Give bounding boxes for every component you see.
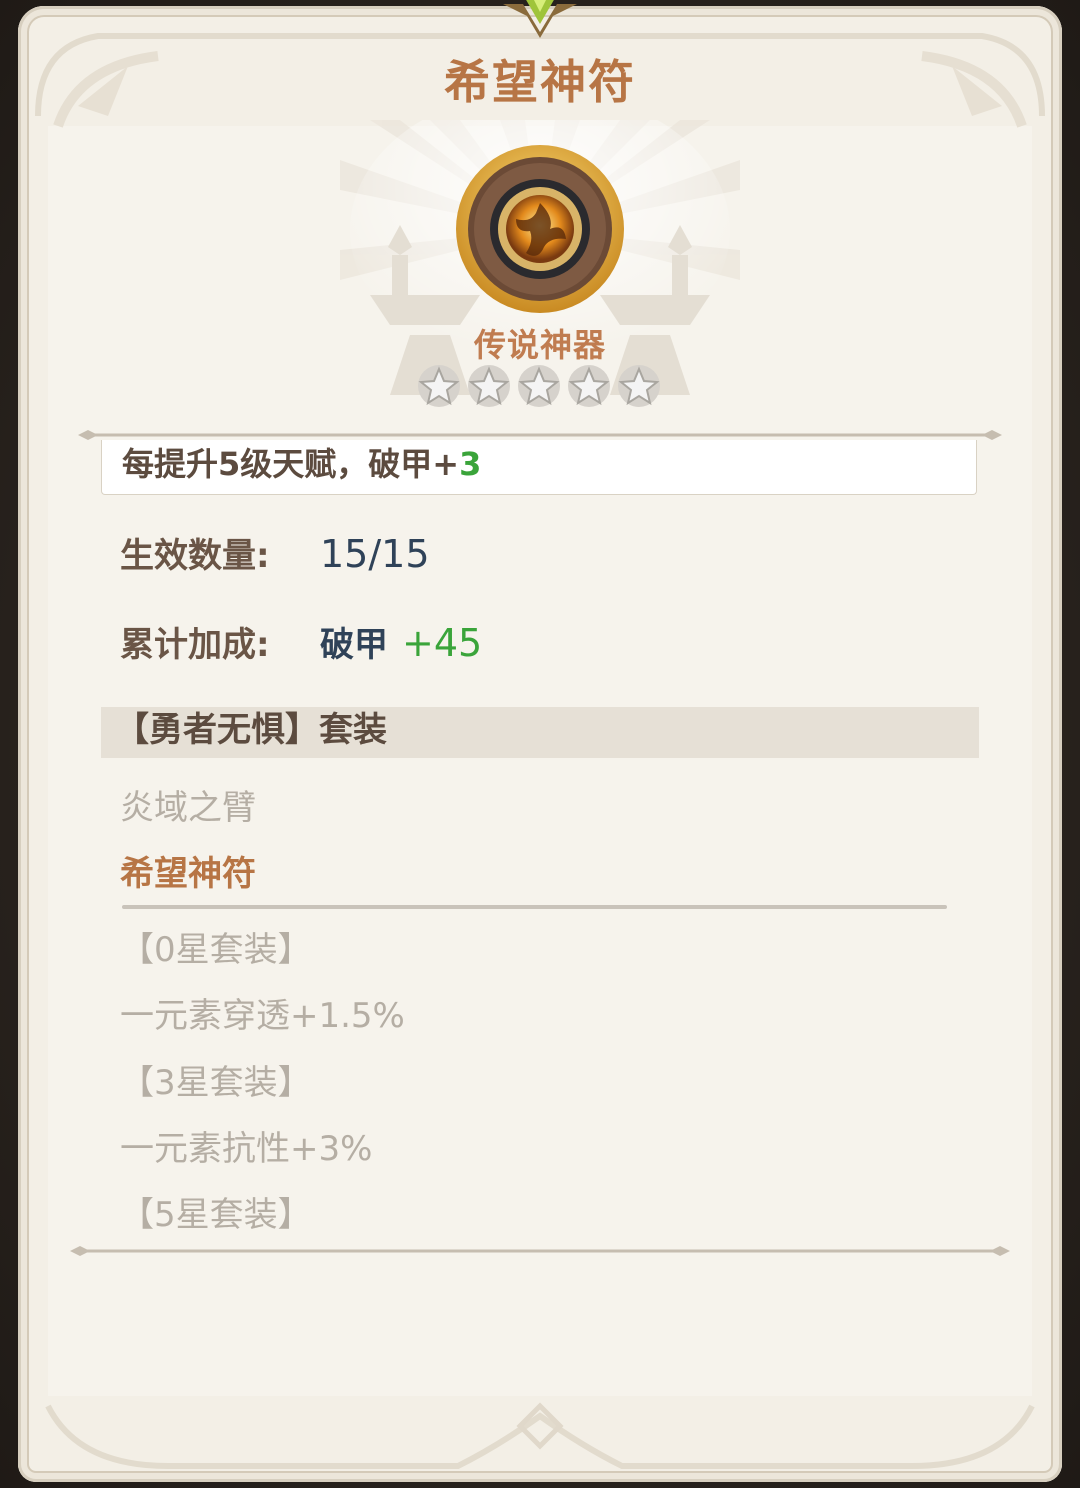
set-bonus-effect: 一元素穿透+1.5% [120, 996, 405, 1036]
effect-description: 每提升5级天赋，破甲+3 [101, 440, 977, 495]
set-bonus-tier: 【0星套装】 [120, 930, 312, 970]
active-count-value: 15/15 [320, 532, 430, 576]
set-separator [122, 905, 947, 909]
set-bonus-tier: 【3星套装】 [120, 1063, 312, 1103]
total-bonus-value: +45 [402, 621, 483, 665]
effect-value: 3 [459, 445, 482, 483]
total-bonus-row: 累计加成: 破甲 +45 [120, 617, 482, 666]
set-piece-item: 炎域之臂 [120, 788, 256, 828]
effect-text: 每提升5级天赋，破甲+ [122, 445, 460, 483]
green-gem-icon [503, 0, 577, 38]
silver-star-icon [468, 365, 510, 407]
rarity-label: 传说神器 [473, 326, 606, 364]
silver-star-icon [618, 365, 660, 407]
set-bonus-tier: 【5星套装】 [120, 1195, 312, 1235]
set-piece-item-current: 希望神符 [120, 854, 256, 894]
set-header: 【勇者无惧】套装 [101, 707, 979, 758]
hope-rune-artifact-icon [456, 145, 624, 313]
star-rating [415, 362, 665, 410]
set-bonus-effect: 一元素抗性+3% [120, 1129, 373, 1169]
bottom-ornament-icon [45, 1402, 1035, 1469]
active-count-row: 生效数量: 15/15 [120, 528, 430, 577]
total-bonus-stat: 破甲 [320, 625, 388, 665]
active-count-label: 生效数量: [120, 536, 270, 576]
silver-star-icon [418, 365, 460, 407]
silver-star-icon [518, 365, 560, 407]
silver-star-icon [568, 365, 610, 407]
page-title: 希望神符 [444, 55, 636, 109]
total-bonus-label: 累计加成: [120, 625, 270, 665]
bottom-divider [70, 1246, 1010, 1256]
artifact-detail-screen: 希望神符 传说神器 每提升5级天赋，破甲+3 生效数量: 15/15 累计加成:… [0, 0, 1080, 1488]
